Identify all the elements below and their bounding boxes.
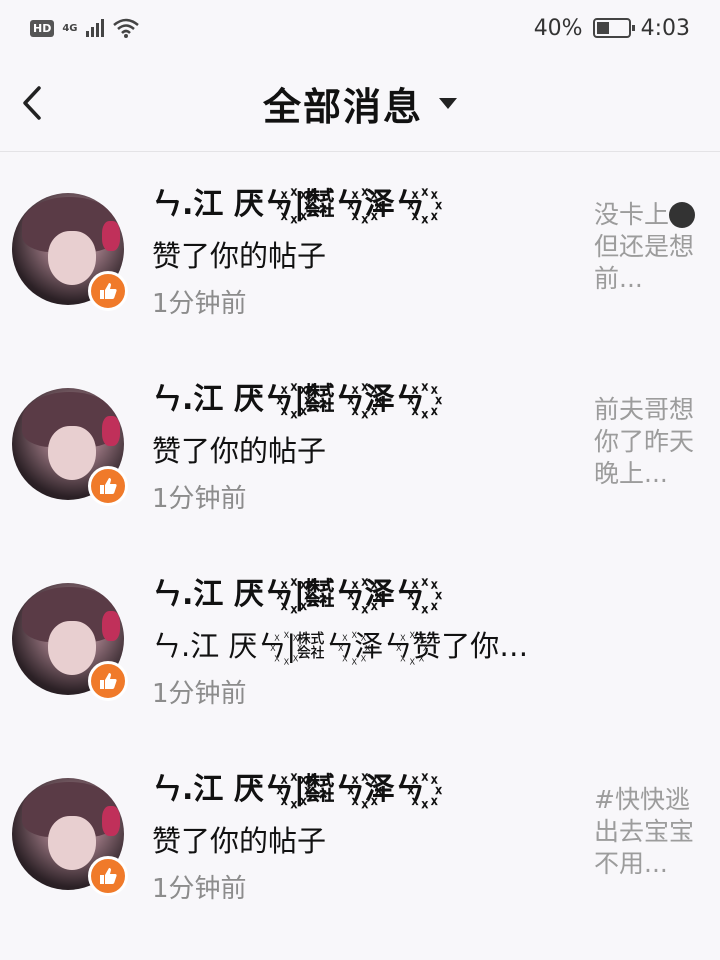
thumbs-up-icon [100,283,117,299]
notification-item[interactable]: ㄣ.江 厌ㄣ꙰|㍿ㄣ꙰泽ㄣ꙰ ㄣ.江 厌ㄣ꙰|㍿ㄣ꙰泽ㄣ꙰赞了你… 1分钟前 [0,543,720,738]
action-text: ㄣ.江 厌ㄣ꙰|㍿ㄣ꙰泽ㄣ꙰赞了你… [152,629,529,663]
like-badge [88,466,128,506]
timestamp: 1分钟前 [152,679,247,709]
status-bar: HD 4G 40% 4:03 [0,0,720,56]
timestamp: 1分钟前 [152,484,247,514]
battery-percent: 40% [533,15,583,41]
post-preview[interactable]: 没卡上但还是想前... [594,199,706,295]
like-badge [88,661,128,701]
notification-item[interactable]: ㄣ.江 厌ㄣ꙰|㍿ㄣ꙰泽ㄣ꙰ 赞了你的帖子 1分钟前 没卡上但还是想前... [0,153,720,348]
thumbs-up-icon [100,478,117,494]
signal-icon [85,19,104,37]
like-badge [88,856,128,896]
header: 全部消息 [0,56,720,152]
battery-icon [592,18,635,38]
battery-fill [596,22,609,34]
filter-dropdown[interactable]: 全部消息 [263,76,457,131]
action-text: 赞了你的帖子 [152,239,327,273]
preview-text-start: 没卡上 [594,200,670,229]
clock: 4:03 [640,15,690,41]
thumbs-up-icon [100,868,117,884]
notification-item[interactable]: ㄣ.江 厌ㄣ꙰|㍿ㄣ꙰泽ㄣ꙰ 赞了你的帖子 1分钟前 前夫哥想你了昨天晚上... [0,348,720,543]
thumbs-up-icon [100,673,117,689]
notification-item[interactable]: ㄣ.江 厌ㄣ꙰|㍿ㄣ꙰泽ㄣ꙰ 赞了你的帖子 1分钟前 #快快逃出去宝宝不用... [0,738,720,933]
status-right: 40% 4:03 [534,16,690,41]
timestamp: 1分钟前 [152,289,247,319]
page-title: 全部消息 [262,85,423,129]
username[interactable]: ㄣ.江 厌ㄣ꙰|㍿ㄣ꙰泽ㄣ꙰ [152,374,425,418]
hd-icon: HD [30,19,55,37]
username[interactable]: ㄣ.江 厌ㄣ꙰|㍿ㄣ꙰泽ㄣ꙰ [152,764,425,808]
username[interactable]: ㄣ.江 厌ㄣ꙰|㍿ㄣ꙰泽ㄣ꙰ [152,569,425,613]
post-preview[interactable]: 前夫哥想你了昨天晚上... [594,394,706,490]
post-preview[interactable]: #快快逃出去宝宝不用... [594,784,706,880]
action-text: 赞了你的帖子 [152,824,327,858]
like-badge [88,271,128,311]
network-type: 4G [62,22,78,34]
status-left: HD 4G [30,17,140,39]
notification-list: ㄣ.江 厌ㄣ꙰|㍿ㄣ꙰泽ㄣ꙰ 赞了你的帖子 1分钟前 没卡上但还是想前... ㄣ… [0,153,720,933]
emoji-icon [669,202,696,228]
caret-down-icon [439,98,457,109]
username[interactable]: ㄣ.江 厌ㄣ꙰|㍿ㄣ꙰泽ㄣ꙰ [152,179,425,223]
preview-text-end: 但还是想前... [594,232,695,293]
timestamp: 1分钟前 [152,874,247,904]
chevron-left-icon [23,86,41,120]
wifi-icon [112,18,139,38]
back-button[interactable] [14,78,50,128]
action-text: 赞了你的帖子 [152,434,327,468]
